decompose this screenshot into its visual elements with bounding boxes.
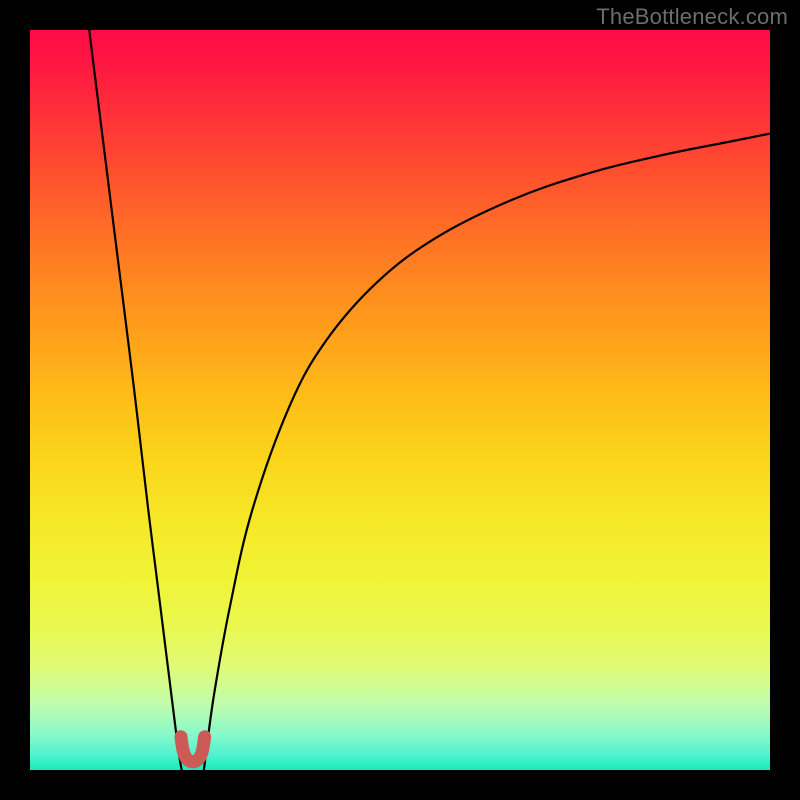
curve-layer xyxy=(30,30,770,770)
attribution-text: TheBottleneck.com xyxy=(596,4,788,30)
curve-right-branch xyxy=(204,134,770,770)
chart-frame: TheBottleneck.com xyxy=(0,0,800,800)
plot-area xyxy=(30,30,770,770)
bottleneck-marker xyxy=(181,737,205,762)
curve-left-branch xyxy=(89,30,182,770)
